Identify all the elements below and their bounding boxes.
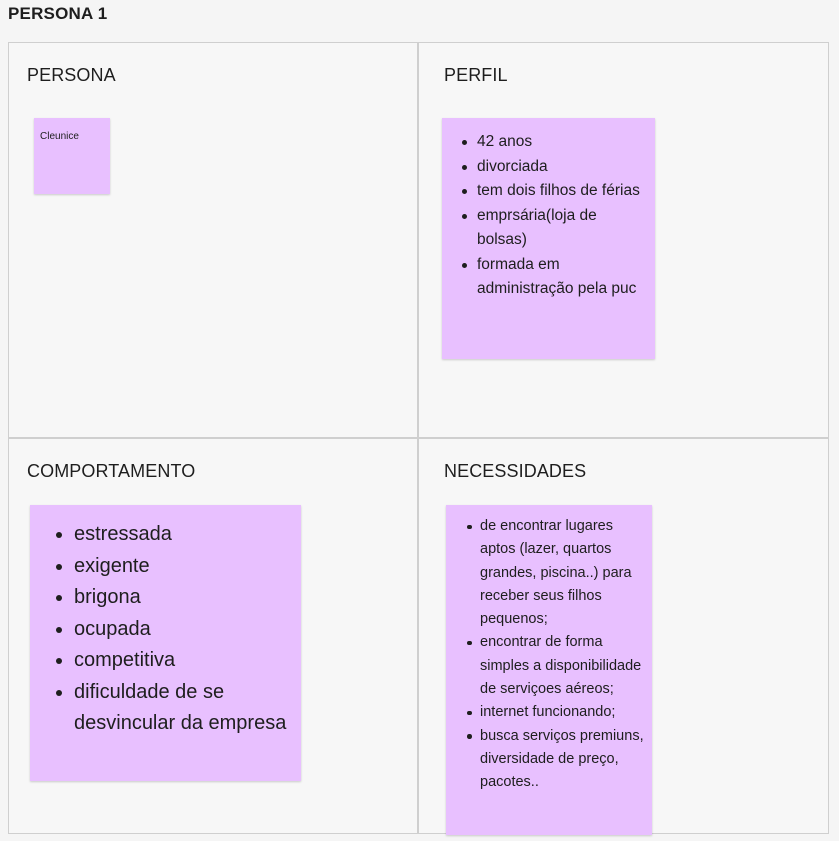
- section-persona[interactable]: PERSONA Cleunice: [8, 42, 418, 438]
- list-item: emprsária(loja de bolsas): [460, 204, 643, 253]
- sticky-note-perfil[interactable]: 42 anos divorciada tem dois filhos de fé…: [442, 118, 655, 359]
- perfil-list: 42 anos divorciada tem dois filhos de fé…: [460, 130, 643, 302]
- list-item: formada em administração pela puc: [460, 253, 643, 302]
- board-canvas: PERSONA 1 PERSONA Cleunice PERFIL 42 ano…: [0, 0, 839, 841]
- section-persona-title: PERSONA: [27, 65, 116, 85]
- board-title: PERSONA 1: [8, 4, 108, 23]
- list-item: exigente: [54, 551, 289, 583]
- list-item: ocupada: [54, 614, 289, 646]
- list-item: divorciada: [460, 155, 643, 180]
- list-item: 42 anos: [460, 130, 643, 155]
- section-comportamento[interactable]: COMPORTAMENTO estressada exigente brigon…: [8, 438, 418, 834]
- sticky-note-comportamento[interactable]: estressada exigente brigona ocupada comp…: [30, 505, 301, 781]
- list-item: dificuldade de se desvincular da empresa: [54, 677, 289, 740]
- sticky-note-necessidades[interactable]: de encontrar lugares aptos (lazer, quart…: [446, 505, 652, 835]
- comportamento-list: estressada exigente brigona ocupada comp…: [54, 519, 289, 740]
- list-item: internet funcionando;: [466, 701, 644, 724]
- sticky-note-persona[interactable]: Cleunice: [34, 118, 110, 194]
- sticky-note-persona-text: Cleunice: [40, 131, 79, 142]
- list-item: estressada: [54, 519, 289, 551]
- list-item: competitiva: [54, 645, 289, 677]
- list-item: de encontrar lugares aptos (lazer, quart…: [466, 515, 644, 631]
- section-necessidades[interactable]: NECESSIDADES de encontrar lugares aptos …: [418, 438, 829, 835]
- list-item: encontrar de forma simples a disponibili…: [466, 631, 644, 701]
- list-item: tem dois filhos de férias: [460, 179, 643, 204]
- necessidades-list: de encontrar lugares aptos (lazer, quart…: [466, 515, 644, 795]
- section-necessidades-title: NECESSIDADES: [444, 461, 587, 481]
- section-comportamento-title: COMPORTAMENTO: [27, 461, 196, 481]
- list-item: brigona: [54, 582, 289, 614]
- section-perfil-title: PERFIL: [444, 65, 508, 85]
- list-item: busca serviços premiuns, diversidade de …: [466, 725, 644, 795]
- section-perfil[interactable]: PERFIL 42 anos divorciada tem dois filho…: [418, 42, 829, 438]
